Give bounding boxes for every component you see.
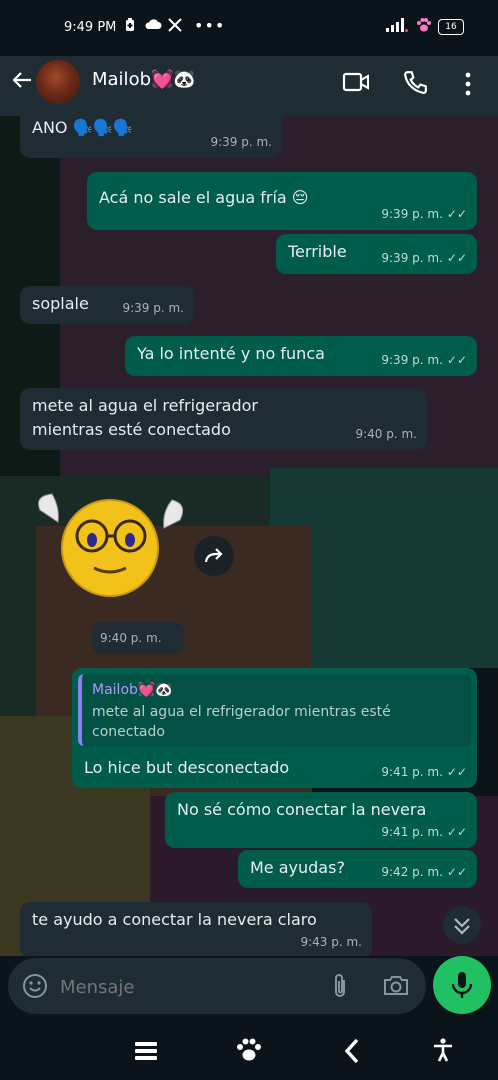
message-time: 9:39 p. m. [381,251,443,265]
read-ticks-icon: ✓✓ [446,353,467,367]
recent-apps-icon[interactable] [134,1040,158,1066]
battery-icon: 16 [438,17,464,35]
message-text: Ya lo intenté y no funca [137,344,325,363]
forward-icon [204,548,223,563]
sticker-emoji-face [38,493,184,597]
message-list[interactable]: ANO 🗣️🗣️🗣️ 9:39 p. m. Acá no sale el agu… [0,116,498,956]
mic-button[interactable] [433,956,491,1014]
message-time: 9:42 p. m. [381,865,443,879]
quoted-message[interactable]: Mailob💓🐼 mete al agua el refrigerador mi… [78,674,471,746]
message-outgoing[interactable]: No sé cómo conectar la nevera 9:41 p. m.… [165,792,477,848]
message-time: 9:39 p. m. [381,207,443,221]
forward-button[interactable] [194,536,234,576]
read-ticks-icon: ✓✓ [446,251,467,265]
message-time: 9:41 p. m. [381,765,443,779]
message-text: soplale [32,294,89,313]
message-text: Terrible [288,242,347,261]
video-call-icon[interactable] [342,70,370,98]
quoted-sender: Mailob💓🐼 [92,682,173,698]
message-time: 9:39 p. m. [210,135,272,149]
battery-level: 16 [438,19,464,35]
read-ticks-icon: ✓✓ [446,825,467,839]
cloud-icon [144,18,162,34]
back-arrow-icon[interactable] [10,68,34,99]
system-nav-bar [0,1022,498,1080]
avatar[interactable] [36,60,80,104]
message-outgoing[interactable]: Ya lo intenté y no funca 9:39 p. m. ✓✓ [125,336,477,376]
message-time: 9:43 p. m. [300,935,362,949]
sticker-time-badge: 9:40 p. m. [92,622,184,654]
paw-icon [416,18,432,36]
message-outgoing[interactable]: Acá no sale el agua fría 😔 9:39 p. m. ✓✓ [87,172,477,230]
message-text: te ayudo a conectar la nevera claro [32,910,317,929]
signal-icon [386,18,408,36]
scroll-to-bottom-button[interactable] [443,906,481,944]
chat-header: Mailob💓🐼 [0,56,498,116]
message-time: 9:40 p. m. [355,427,417,441]
message-outgoing-reply[interactable]: Mailob💓🐼 mete al agua el refrigerador mi… [72,668,477,788]
status-time: 9:49 PM [64,20,117,35]
message-composer [8,958,426,1014]
attach-icon[interactable] [330,972,350,1004]
message-text: ANO 🗣️🗣️🗣️ [32,118,133,137]
message-incoming[interactable]: mete al agua el refrigerador mientras es… [20,388,427,450]
message-outgoing[interactable]: Terrible 9:39 p. m. ✓✓ [276,234,477,274]
message-text: Lo hice but desconectado [84,758,290,777]
accessibility-icon[interactable] [432,1038,454,1066]
back-icon[interactable] [342,1038,362,1068]
x-logo-icon [168,18,182,36]
read-ticks-icon: ✓✓ [446,765,467,779]
mic-icon [451,972,473,998]
sticker-message[interactable] [30,488,190,598]
message-incoming[interactable]: soplale 9:39 p. m. [20,286,194,324]
read-ticks-icon: ✓✓ [446,207,467,221]
message-time: 9:39 p. m. [122,301,184,315]
contact-name[interactable]: Mailob💓🐼 [92,69,196,90]
status-bar: 9:49 PM ••• 16 [0,0,498,56]
message-time: 9:39 p. m. [381,353,443,367]
read-ticks-icon: ✓✓ [446,865,467,879]
quoted-text: mete al agua el refrigerador mientras es… [92,704,391,740]
message-outgoing[interactable]: Me ayudas? 9:42 p. m. ✓✓ [238,850,477,888]
message-text: No sé cómo conectar la nevera [177,800,427,819]
phone-icon[interactable] [402,70,428,100]
message-time: 9:40 p. m. [100,631,162,645]
more-vertical-icon[interactable] [464,72,472,100]
message-input[interactable] [58,970,312,1004]
paw-home-icon[interactable] [236,1038,262,1066]
message-time: 9:41 p. m. [381,825,443,839]
battery-saver-icon [124,18,136,36]
camera-icon[interactable] [382,973,410,1001]
more-dots-icon: ••• [194,16,226,35]
message-text: Acá no sale el agua fría 😔 [99,188,309,207]
message-text: mete al agua el refrigerador mientras es… [32,396,258,439]
message-incoming[interactable]: ANO 🗣️🗣️🗣️ 9:39 p. m. [20,116,282,158]
emoji-icon[interactable] [22,973,48,1003]
message-text: Me ayudas? [250,858,345,877]
message-incoming[interactable]: te ayudo a conectar la nevera claro 9:43… [20,902,372,956]
double-chevron-down-icon [454,918,470,935]
